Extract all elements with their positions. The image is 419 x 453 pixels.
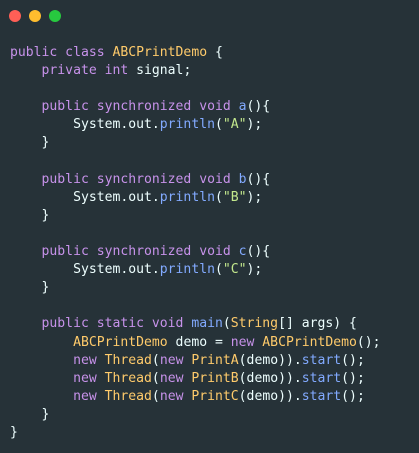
code-line: public class ABCPrintDemo {: [10, 44, 381, 62]
code-token: (demo)).: [238, 388, 302, 404]
code-window: public class ABCPrintDemo { private int …: [0, 0, 419, 453]
code-token: (: [222, 316, 231, 332]
code-token: private int: [10, 63, 137, 79]
code-token: (){: [246, 99, 271, 115]
code-token: "C": [222, 262, 247, 278]
code-token: c: [238, 244, 247, 260]
code-token: signal;: [136, 63, 192, 79]
code-token: (: [151, 388, 160, 404]
code-token: String: [230, 316, 279, 332]
code-token: (: [214, 189, 223, 205]
code-token: (: [151, 352, 160, 368]
code-line: private int signal;: [10, 62, 381, 80]
code-token: (){: [246, 244, 271, 260]
code-line: public static void main(String[] args) {: [10, 315, 381, 333]
code-token: }: [10, 406, 50, 422]
code-line: public synchronized void c(){: [10, 243, 381, 261]
code-token: public synchronized void: [10, 171, 239, 187]
code-token: (: [151, 370, 160, 386]
code-token: (demo)).: [238, 352, 302, 368]
code-token: public class: [10, 45, 113, 60]
code-token: b: [238, 171, 247, 187]
code-token: ();: [356, 334, 381, 350]
code-token: start: [301, 370, 342, 386]
code-token: }: [10, 207, 50, 223]
code-line: new Thread(new PrintC(demo)).start();: [10, 388, 381, 406]
code-token: ABCPrintDemo: [112, 45, 208, 60]
code-token: new: [10, 370, 105, 386]
code-token: Thread: [104, 370, 152, 386]
code-token: println: [159, 262, 215, 278]
code-token: PrintA: [191, 352, 239, 368]
window-titlebar: [0, 0, 419, 32]
code-token: );: [246, 189, 263, 205]
code-token: println: [159, 189, 215, 205]
code-token: public synchronized void: [10, 99, 239, 115]
code-token: }: [10, 280, 50, 296]
code-token: public static void: [10, 316, 192, 332]
code-token: (: [214, 117, 223, 133]
code-line: new Thread(new PrintA(demo)).start();: [10, 352, 381, 370]
code-token: (: [214, 262, 223, 278]
code-token: ();: [341, 352, 365, 368]
code-token: ();: [341, 370, 365, 386]
code-line: System.out.println("B");: [10, 189, 381, 207]
code-token: );: [246, 262, 263, 278]
code-block: public class ABCPrintDemo { private int …: [10, 44, 381, 442]
code-token: ABCPrintDemo: [262, 334, 357, 350]
code-token: (){: [246, 171, 271, 187]
code-token: demo =: [167, 334, 231, 350]
code-token: (demo)).: [238, 370, 302, 386]
code-token: "B": [222, 189, 247, 205]
code-token: Thread: [104, 388, 152, 404]
code-token: PrintC: [191, 388, 239, 404]
code-token: System.out.: [10, 117, 160, 133]
code-token: {: [207, 45, 223, 60]
maximize-window-icon[interactable]: [49, 10, 61, 22]
code-token: "A": [222, 117, 247, 133]
code-token: new: [230, 334, 263, 350]
code-line: public synchronized void a(){: [10, 98, 381, 116]
code-token: ();: [341, 388, 365, 404]
code-line: System.out.println("C");: [10, 261, 381, 279]
code-token: start: [301, 352, 342, 368]
code-token: System.out.: [10, 262, 160, 278]
code-token: PrintB: [191, 370, 239, 386]
code-token: ABCPrintDemo: [10, 334, 168, 350]
code-token: new: [159, 370, 192, 386]
close-window-icon[interactable]: [9, 10, 21, 22]
code-token: new: [159, 388, 192, 404]
code-line: }: [10, 424, 381, 442]
code-token: new: [159, 352, 192, 368]
code-line: }: [10, 406, 381, 424]
code-token: System.out.: [10, 189, 160, 205]
code-line: }: [10, 207, 381, 225]
code-token: }: [10, 424, 18, 440]
code-token: new: [10, 352, 105, 368]
code-token: new: [10, 388, 105, 404]
code-line: public synchronized void b(){: [10, 171, 381, 189]
code-token: }: [10, 135, 50, 151]
code-token: );: [246, 117, 263, 133]
code-line: }: [10, 279, 381, 297]
minimize-window-icon[interactable]: [29, 10, 41, 22]
code-token: a: [238, 99, 247, 115]
code-token: start: [301, 388, 342, 404]
code-line: ABCPrintDemo demo = new ABCPrintDemo();: [10, 334, 381, 352]
code-token: public synchronized void: [10, 244, 239, 260]
code-line: new Thread(new PrintB(demo)).start();: [10, 370, 381, 388]
code-token: Thread: [104, 352, 152, 368]
code-line: System.out.println("A");: [10, 116, 381, 134]
code-line: }: [10, 134, 381, 152]
code-token: [] args) {: [278, 316, 357, 332]
code-token: println: [159, 117, 215, 133]
code-token: main: [191, 316, 223, 332]
